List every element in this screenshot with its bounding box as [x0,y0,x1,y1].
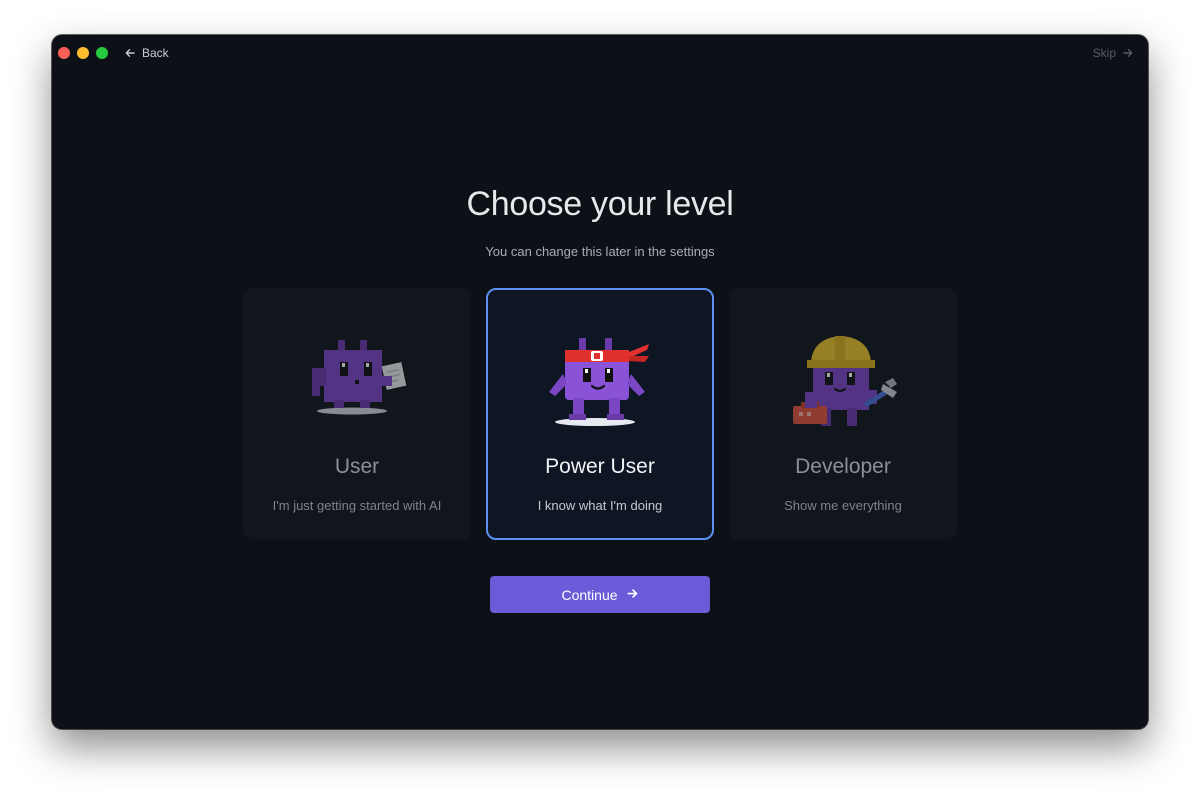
maximize-window-button[interactable] [96,47,108,59]
skip-button[interactable]: Skip [1093,45,1134,61]
back-label: Back [142,46,169,60]
level-card-title: Developer [795,455,891,478]
power-user-mascot-icon [545,334,655,431]
onboarding-window: Back Skip Choose your level You can chan… [52,35,1148,729]
level-card-power-user[interactable]: Power User I know what I'm doing [486,288,714,540]
skip-label: Skip [1092,46,1116,60]
arrow-left-icon [124,47,136,59]
level-card-title: Power User [545,455,655,478]
arrow-right-icon [626,587,639,603]
level-card-title: User [334,455,380,478]
developer-mascot-icon [785,332,901,437]
back-button[interactable]: Back [124,45,169,61]
continue-label: Continue [561,586,618,603]
level-card-user[interactable]: User I'm just getting started with AI [243,288,471,540]
continue-button[interactable]: Continue [490,576,710,613]
close-window-button[interactable] [58,47,70,59]
minimize-window-button[interactable] [77,47,89,59]
level-card-description: I'm just getting started with AI [272,498,442,513]
level-card-description: I know what I'm doing [537,498,663,513]
level-card-description: Show me everything [784,498,902,513]
page-subtitle: You can change this later in the setting… [485,244,715,259]
page-title: Choose your level [466,185,734,223]
arrow-right-icon [1122,47,1134,59]
level-card-developer[interactable]: Developer Show me everything [729,288,957,540]
user-mascot-icon [302,332,412,423]
